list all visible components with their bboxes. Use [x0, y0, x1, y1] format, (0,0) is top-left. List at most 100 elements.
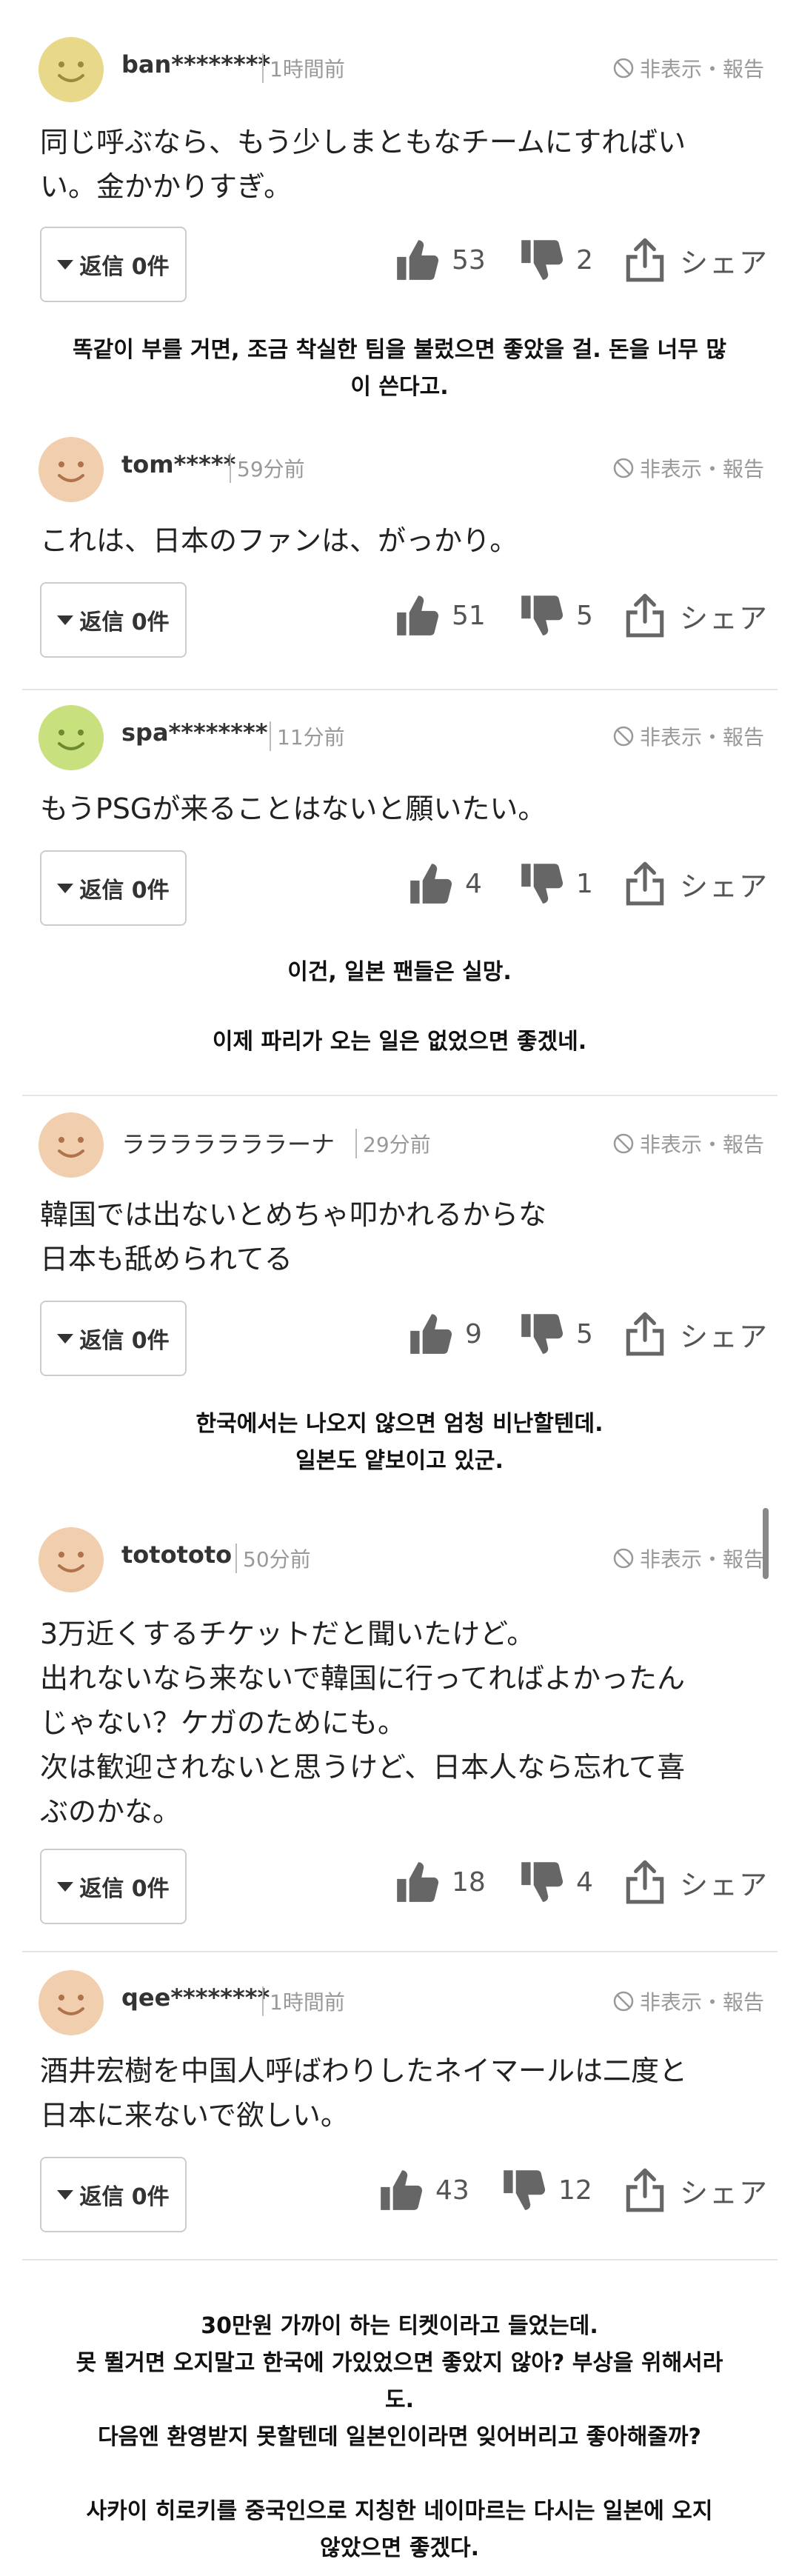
caret-down-icon — [57, 1333, 74, 1344]
text-line: 同じ呼ぶなら、もう少しまともなチームにすればい — [40, 126, 686, 159]
hide-report-link[interactable]: 非表示・報告 — [612, 1986, 764, 2016]
avatar — [39, 37, 104, 102]
username[interactable]: totototo — [121, 1541, 232, 1569]
text-line: 出れないなら来ないで韓国に行ってればよかったん — [40, 1662, 685, 1695]
text-line: ぶのかな。 — [40, 1795, 181, 1828]
share-icon — [626, 593, 664, 638]
text-line: い。金かかりすぎ。 — [40, 170, 292, 203]
divider — [22, 689, 778, 690]
caret-down-icon — [57, 2189, 74, 2200]
like-button[interactable]: 4 — [406, 859, 482, 908]
like-button[interactable]: 18 — [392, 1858, 486, 1906]
thumbs-up-icon — [397, 595, 439, 635]
text-line: 日本も舐められてる — [40, 1243, 292, 1275]
like-count: 18 — [452, 1866, 486, 1898]
reply-button[interactable]: 返信 0件 — [40, 582, 187, 658]
like-count: 9 — [465, 1318, 482, 1349]
translation-line: 일본도 얕보이고 있군. — [295, 1448, 504, 1474]
like-button[interactable]: 51 — [392, 591, 486, 640]
share-button[interactable]: シェア — [621, 591, 769, 640]
translation-line: 사카이 히로키를 중국인으로 지칭한 네이마르는 다시는 일본에 오지 — [86, 2498, 713, 2524]
comment-header: ラララララララーナ 29分前 非表示・報告 — [39, 1112, 764, 1179]
block-icon — [613, 58, 634, 79]
block-icon — [613, 1133, 634, 1154]
hide-report-label: 非表示・報告 — [639, 457, 764, 481]
timestamp: 1時間前 — [262, 53, 345, 83]
dislike-button[interactable]: 2 — [517, 236, 593, 284]
username[interactable]: ban******** — [121, 50, 270, 79]
comment-header: ban******** 1時間前 非表示・報告 — [39, 37, 764, 104]
divider — [22, 1951, 778, 1952]
share-button[interactable]: シェア — [621, 859, 769, 908]
comment-text: 酒井宏樹を中国人呼ばわりしたネイマールは二度と 日本に来ないで欲しい。 — [40, 2049, 766, 2138]
hide-report-link[interactable]: 非表示・報告 — [612, 453, 764, 483]
reply-button[interactable]: 返信 0件 — [40, 2157, 187, 2232]
dislike-button[interactable]: 5 — [517, 1309, 593, 1358]
reply-button[interactable]: 返信 0件 — [40, 850, 187, 926]
reply-button[interactable]: 返信 0件 — [40, 1849, 187, 1924]
username[interactable]: spa******** — [121, 718, 267, 747]
hide-report-link[interactable]: 非表示・報告 — [612, 1129, 764, 1158]
avatar — [39, 1970, 104, 2035]
dislike-count: 1 — [576, 868, 593, 899]
hide-report-label: 非表示・報告 — [639, 1547, 764, 1572]
reply-label: 返信 0件 — [79, 610, 170, 635]
thumbs-down-icon — [521, 864, 564, 904]
translation-line: 도. — [385, 2387, 414, 2413]
reply-label: 返信 0件 — [79, 1876, 170, 1902]
translation-block: 이제 파리가 오는 일은 없었으면 좋겠네. — [0, 1024, 799, 1061]
dislike-button[interactable]: 12 — [499, 2166, 592, 2215]
text-line: 韓国では出ないとめちゃ叩かれるからな — [40, 1198, 547, 1231]
like-button[interactable]: 43 — [376, 2166, 469, 2215]
scrollbar[interactable] — [763, 1508, 769, 1579]
like-button[interactable]: 53 — [392, 236, 486, 284]
caret-down-icon — [57, 259, 74, 270]
share-button[interactable]: シェア — [621, 2166, 769, 2215]
text-line: じゃない？ケガのためにも。 — [40, 1706, 407, 1739]
caret-down-icon — [57, 1881, 74, 1892]
translation-line: 다음엔 환영받지 못할텐데 일본인이라면 잊어버리고 좋아해줄까? — [98, 2424, 701, 2450]
thumbs-up-icon — [410, 864, 452, 904]
translation-line: 한국에서는 나오지 않으면 엄청 비난할텐데. — [195, 1411, 604, 1437]
dislike-button[interactable]: 4 — [517, 1858, 593, 1906]
share-label: シェア — [680, 246, 769, 279]
share-label: シェア — [680, 601, 769, 635]
text-line: 日本に来ないで欲しい。 — [40, 2099, 349, 2132]
share-button[interactable]: シェア — [621, 1309, 769, 1358]
dislike-count: 5 — [576, 1318, 593, 1349]
like-button[interactable]: 9 — [406, 1309, 482, 1358]
share-icon — [626, 1860, 664, 1904]
share-label: シェア — [680, 1868, 769, 1901]
username[interactable]: qee******** — [121, 1983, 270, 2012]
share-button[interactable]: シェア — [621, 236, 769, 284]
timestamp: 59分前 — [230, 453, 305, 483]
dislike-button[interactable]: 1 — [517, 859, 593, 908]
translation-block: 30만원 가까이 하는 티켓이라고 들었는데. 못 뛸거면 오지말고 한국에 가… — [0, 2308, 799, 2567]
translation-line: 이 쓴다고. — [350, 374, 449, 400]
timestamp: 29分前 — [355, 1129, 431, 1158]
hide-report-link[interactable]: 非表示・報告 — [612, 1544, 764, 1573]
divider — [22, 1095, 778, 1096]
hide-report-link[interactable]: 非表示・報告 — [612, 721, 764, 751]
hide-report-link[interactable]: 非表示・報告 — [612, 53, 764, 83]
share-button[interactable]: シェア — [621, 1858, 769, 1906]
username[interactable]: ラララララララーナ — [121, 1126, 335, 1160]
username[interactable]: tom***** — [121, 450, 235, 478]
block-icon — [613, 1991, 634, 2012]
comment-text: これは、日本のファンは、がっかり。 — [40, 518, 766, 563]
block-icon — [613, 458, 634, 478]
reply-button[interactable]: 返信 0件 — [40, 227, 187, 302]
reply-label: 返信 0件 — [79, 2184, 170, 2210]
reply-label: 返信 0件 — [79, 254, 170, 280]
avatar — [39, 437, 104, 502]
block-icon — [613, 726, 634, 747]
translation-line — [0, 2456, 799, 2493]
dislike-button[interactable]: 5 — [517, 591, 593, 640]
thumbs-up-icon — [397, 240, 439, 280]
timestamp: 11分前 — [270, 721, 345, 751]
translation-line: 이건, 일본 팬들은 실망. — [287, 959, 512, 985]
dislike-count: 12 — [558, 2175, 592, 2206]
translation-line: 못 뛸거면 오지말고 한국에 가있었으면 좋았지 않아? 부상을 위해서라 — [76, 2350, 723, 2376]
translation-block: 똑같이 부를 거면, 조금 착실한 팀을 불렀으면 좋았을 걸. 돈을 너무 많… — [0, 332, 799, 406]
reply-button[interactable]: 返信 0件 — [40, 1301, 187, 1376]
